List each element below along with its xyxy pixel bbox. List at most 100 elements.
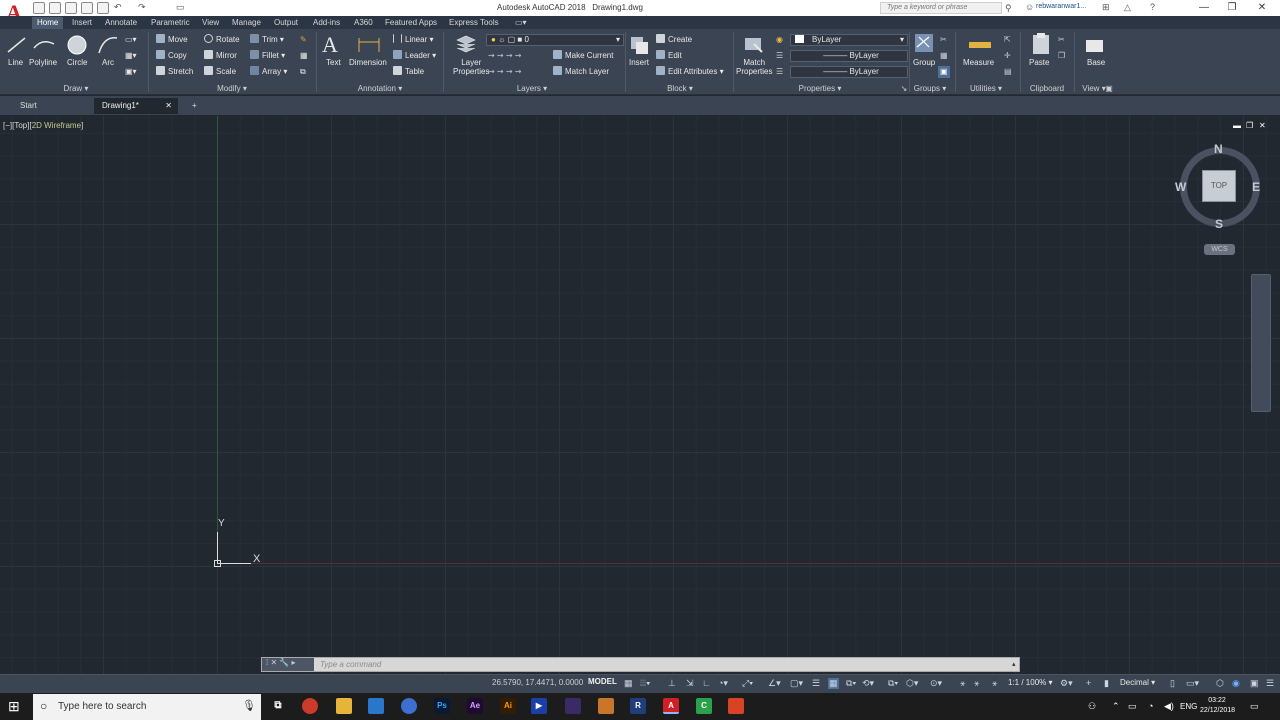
group-edit-icon[interactable]: ▦ xyxy=(940,50,948,62)
viewport-restore-icon[interactable]: ❐ xyxy=(1246,121,1253,130)
app-icon[interactable] xyxy=(401,698,417,714)
utilities-panel-label[interactable]: Utilities ▾ xyxy=(966,83,1006,94)
compass-south[interactable]: S xyxy=(1215,217,1223,231)
viewport-close-icon[interactable]: ✕ xyxy=(1259,121,1266,130)
infer-constraints-icon[interactable]: ⊥ xyxy=(668,678,676,689)
redo-icon[interactable]: ↷ xyxy=(138,2,146,13)
annotation-scale-dropdown[interactable]: 1:1 / 100% ▾ xyxy=(1008,678,1053,687)
user-account[interactable]: rebwaranwar1... xyxy=(1036,3,1086,10)
cut-icon[interactable]: ✂ xyxy=(1058,34,1065,46)
linear-button[interactable]: Linear ▾ xyxy=(393,34,434,46)
layers-panel-label[interactable]: Layers ▾ xyxy=(512,83,552,94)
rotate-button[interactable]: Rotate xyxy=(204,34,240,46)
make-current-button[interactable]: Make Current xyxy=(553,50,613,62)
layer-dropdown[interactable]: ● ☼ ▢ ■ 0 ▾ xyxy=(486,34,624,46)
quick-properties-icon[interactable]: ▯ xyxy=(1170,678,1175,689)
polyline-icon[interactable] xyxy=(32,34,56,54)
line-icon[interactable] xyxy=(5,34,29,54)
hatch-icon[interactable]: ▦▾ xyxy=(125,50,137,62)
calculator-icon[interactable]: ▤ xyxy=(1004,66,1012,78)
fillet-button[interactable]: Fillet ▾ xyxy=(250,50,285,62)
recorder-icon[interactable] xyxy=(728,698,744,714)
auto-scale-icon[interactable]: ⚹ xyxy=(974,678,979,689)
units-dropdown[interactable]: Decimal ▾ xyxy=(1120,678,1155,687)
snap-icon[interactable]: ⦙⦙⦙▾ xyxy=(640,678,650,689)
object-snap-icon[interactable]: ▢▾ xyxy=(790,678,803,689)
tab-view[interactable]: View xyxy=(197,17,224,29)
workspace-icon[interactable]: ▭ xyxy=(176,2,185,13)
modify-panel-label[interactable]: Modify ▾ xyxy=(212,83,252,94)
dimension-icon[interactable] xyxy=(357,34,381,54)
arc-icon[interactable] xyxy=(96,34,120,54)
task-view-icon[interactable]: ⧉ xyxy=(270,698,286,714)
base-label[interactable]: Base xyxy=(1087,58,1105,67)
coordinates-readout[interactable]: 26.5790, 17.4471, 0.0000 xyxy=(492,678,583,687)
paste-icon[interactable] xyxy=(1030,32,1054,54)
tab-manage[interactable]: Manage xyxy=(227,17,266,29)
people-icon[interactable]: ⚇ xyxy=(1088,701,1096,712)
revit-icon[interactable]: R xyxy=(630,698,646,714)
selection-cycling-icon[interactable]: ⧉▾ xyxy=(846,678,856,689)
start-tab[interactable]: Start xyxy=(12,98,88,114)
command-line-controls[interactable]: ⁞ ✕ 🔧 ▸ xyxy=(262,658,314,671)
lineweight-dropdown[interactable]: ——— ByLayer xyxy=(790,66,908,78)
table-button[interactable]: Table xyxy=(393,66,424,78)
drawing-tab[interactable]: Drawing1* ✕ xyxy=(94,98,178,114)
isolate-objects-icon[interactable]: ⬡ xyxy=(1216,678,1224,689)
model-space-toggle[interactable]: MODEL xyxy=(588,677,617,686)
insert-icon[interactable] xyxy=(628,34,652,54)
workspace-switch-icon[interactable]: ⚙▾ xyxy=(1060,678,1073,689)
group-label[interactable]: Group xyxy=(913,58,935,67)
drawing-canvas[interactable] xyxy=(0,116,1280,674)
after-effects-icon[interactable]: Ae xyxy=(467,698,483,714)
copy-button[interactable]: Copy xyxy=(156,50,187,62)
layer-properties-label[interactable]: Layer Properties xyxy=(453,58,489,76)
save-as-icon[interactable] xyxy=(81,2,93,14)
scale-button[interactable]: Scale xyxy=(204,66,236,78)
language-indicator[interactable]: ENG xyxy=(1180,702,1197,711)
group-selection-icon[interactable]: ▣ xyxy=(938,66,950,78)
object-snap-tracking-icon[interactable]: ∠▾ xyxy=(768,678,781,689)
command-history-icon[interactable]: ▴ xyxy=(1012,660,1016,668)
match-layer-button[interactable]: Match Layer xyxy=(553,66,609,78)
compass-west[interactable]: W xyxy=(1175,180,1186,194)
close-tab-icon[interactable]: ✕ xyxy=(165,98,172,114)
taskbar-search-placeholder[interactable]: Type here to search xyxy=(58,701,146,712)
plot-icon[interactable] xyxy=(97,2,109,14)
dimension-label[interactable]: Dimension xyxy=(349,58,387,67)
ucs-icon[interactable] xyxy=(214,560,221,567)
battery-icon[interactable]: ▭ xyxy=(1128,701,1137,712)
ribbon-toggle-icon[interactable]: ▭▾ xyxy=(510,17,532,29)
polar-icon[interactable]: ◔▾ xyxy=(718,678,728,689)
color-dropdown[interactable]: ByLayer ▾ xyxy=(790,34,908,46)
layer-properties-icon[interactable] xyxy=(455,34,479,54)
maximize-button[interactable]: ❐ xyxy=(1216,0,1248,16)
trim-button[interactable]: Trim ▾ xyxy=(250,34,284,46)
photoshop-icon[interactable]: Ps xyxy=(434,698,450,714)
compass-north[interactable]: N xyxy=(1214,142,1223,156)
notifications-icon[interactable]: ▭ xyxy=(1250,701,1259,712)
match-properties-label[interactable]: Match Properties xyxy=(736,58,772,76)
tab-annotate[interactable]: Annotate xyxy=(100,17,142,29)
cart-icon[interactable]: ⊞ xyxy=(1102,2,1110,13)
compass-east[interactable]: E xyxy=(1252,180,1260,194)
undo-icon[interactable]: ↶ xyxy=(114,2,122,13)
tray-clock[interactable]: 03:22 22/12/2018 xyxy=(1200,696,1235,716)
array-button[interactable]: Array ▾ xyxy=(250,66,287,78)
mirror-button[interactable]: Mirror xyxy=(204,50,237,62)
text-icon[interactable]: A xyxy=(322,32,346,57)
groups-panel-label[interactable]: Groups ▾ xyxy=(910,83,950,94)
match-properties-icon[interactable] xyxy=(742,34,766,54)
customization-icon[interactable]: ☰ xyxy=(1266,678,1274,689)
measure-label[interactable]: Measure xyxy=(963,58,994,67)
close-button[interactable]: ✕ xyxy=(1246,0,1278,16)
navigation-bar[interactable] xyxy=(1251,274,1271,412)
tab-express-tools[interactable]: Express Tools xyxy=(444,17,504,29)
viewport-minimize-icon[interactable]: ▬ xyxy=(1233,121,1241,130)
dynamic-input-icon[interactable]: ⇲ xyxy=(686,678,694,689)
search-icon[interactable]: ⚲ xyxy=(1005,3,1012,14)
circle-icon[interactable] xyxy=(66,34,90,55)
arc-label[interactable]: Arc xyxy=(102,58,114,67)
clipboard-panel-label[interactable]: Clipboard xyxy=(1026,83,1068,94)
base-icon[interactable] xyxy=(1084,36,1108,56)
